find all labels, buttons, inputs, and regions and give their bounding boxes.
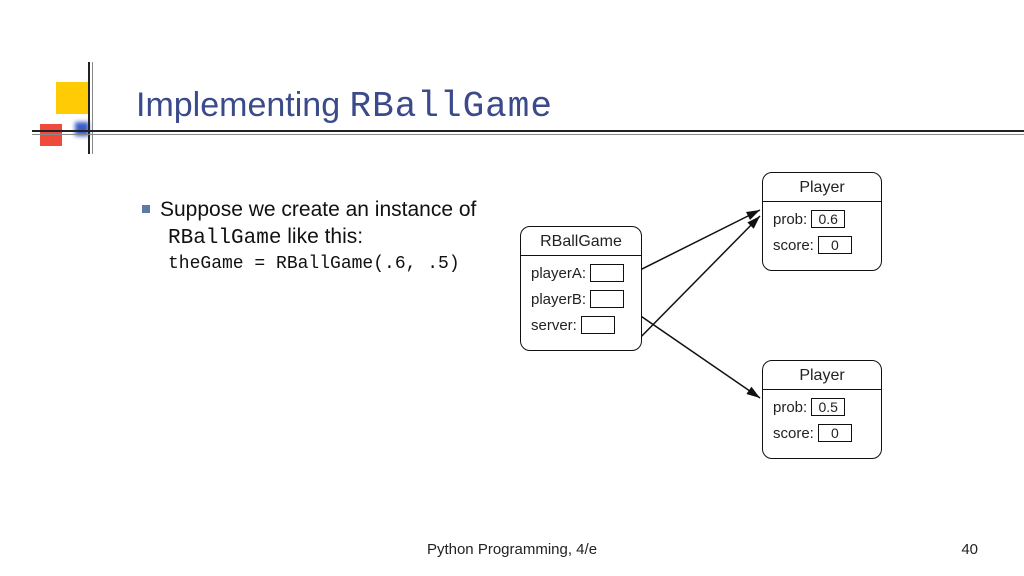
title-text: Implementing [136, 86, 350, 124]
deco-line-vertical [88, 62, 90, 154]
row-label: server: [531, 317, 577, 334]
slide-title: Implementing RBallGame [136, 86, 553, 127]
deco-square-red [40, 124, 62, 146]
pointer-box [590, 264, 624, 282]
object-diagram: RBallGame playerA: playerB: server: Play… [510, 172, 980, 492]
slide-body: Suppose we create an instance of RBallGa… [142, 196, 502, 276]
deco-line-horizontal [32, 130, 1024, 132]
rballgame-title: RBallGame [521, 233, 641, 256]
row-label: score: [773, 425, 814, 442]
value-box: 0.6 [811, 210, 845, 228]
rballgame-row-playerb: playerB: [531, 290, 631, 308]
pointer-box [581, 316, 615, 334]
bullet-text-2: like this: [281, 225, 363, 248]
bullet-code-line: theGame = RBallGame(.6, .5) [168, 253, 502, 276]
deco-square-yellow [56, 82, 88, 114]
player-title: Player [763, 179, 881, 202]
bullet-text-1: Suppose we create an instance of [160, 198, 476, 221]
value-box: 0.5 [811, 398, 845, 416]
deco-line-horizontal-shadow [32, 134, 1024, 135]
row-label: prob: [773, 399, 807, 416]
value-box: 0 [818, 424, 852, 442]
value-box: 0 [818, 236, 852, 254]
slide-footer: Python Programming, 4/e [0, 541, 1024, 558]
player-title: Player [763, 367, 881, 390]
title-code: RBallGame [350, 86, 553, 127]
bullet-icon [142, 205, 150, 213]
slide-corner-decoration [40, 82, 120, 142]
row-label: playerA: [531, 265, 586, 282]
bullet-item: Suppose we create an instance of RBallGa… [142, 196, 502, 253]
bullet-inline-code: RBallGame [168, 227, 281, 250]
player-row-prob: prob: 0.6 [773, 210, 871, 228]
player-box-top: Player prob: 0.6 score: 0 [762, 172, 882, 271]
player-row-prob: prob: 0.5 [773, 398, 871, 416]
player-row-score: score: 0 [773, 424, 871, 442]
player-row-score: score: 0 [773, 236, 871, 254]
rballgame-row-playera: playerA: [531, 264, 631, 282]
rballgame-box: RBallGame playerA: playerB: server: [520, 226, 642, 351]
rballgame-row-server: server: [531, 316, 631, 334]
player-box-bottom: Player prob: 0.5 score: 0 [762, 360, 882, 459]
row-label: score: [773, 237, 814, 254]
row-label: playerB: [531, 291, 586, 308]
row-label: prob: [773, 211, 807, 228]
page-number: 40 [961, 541, 978, 558]
deco-line-vertical-shadow [92, 62, 93, 154]
pointer-box [590, 290, 624, 308]
